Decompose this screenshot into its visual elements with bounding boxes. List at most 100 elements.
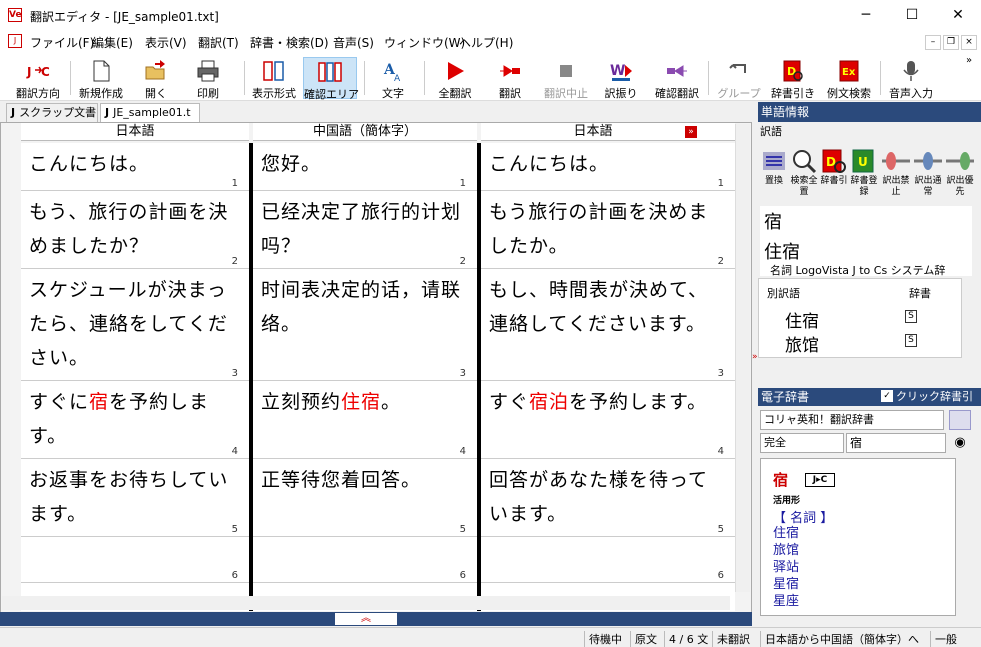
status-bar: 待機中 原文 4 / 6 文 未翻訳 日本語から中国語（簡体字）へ 一般	[0, 627, 981, 647]
dict-lookup-icon: D	[783, 60, 803, 82]
source-cell[interactable]: スケジュールが決まったら、連絡をしてください。 3	[21, 269, 249, 381]
tab-scrap[interactable]: J スクラップ文書	[6, 103, 98, 122]
row-number: 3	[231, 368, 239, 379]
translated-word: 住宿	[764, 242, 800, 263]
stop-button[interactable]: 翻訳中止	[540, 57, 592, 100]
source-cell[interactable]: もう、旅行の計画を決めましたか？ 2	[21, 191, 249, 269]
example-search-button[interactable]: Ex 例文検索	[822, 57, 876, 100]
match-mode-select[interactable]: 完全	[760, 433, 844, 453]
selected-word-translation[interactable]: 住宿	[341, 391, 381, 413]
menu-translate[interactable]: 翻訳(T)	[198, 34, 239, 51]
mdi-minimize-icon[interactable]: –	[925, 35, 941, 50]
group-button[interactable]: グループ	[712, 57, 766, 100]
alt-word[interactable]: 住宿	[785, 307, 819, 332]
maximize-button[interactable]: ☐	[889, 0, 935, 31]
dict-register-icon[interactable]: U	[850, 147, 878, 175]
binoculars-icon[interactable]: ◉	[949, 433, 971, 453]
priority-slider-icon[interactable]	[946, 147, 974, 175]
dict-settings-icon[interactable]	[949, 410, 971, 430]
menu-help[interactable]: ヘルプ(H)	[459, 34, 513, 51]
expand-icon[interactable]: »	[685, 126, 697, 138]
confirm-cell[interactable]: こんにちは。 1	[481, 143, 735, 191]
source-cell[interactable]: 6	[21, 537, 249, 583]
close-button[interactable]: ✕	[935, 0, 981, 31]
target-cell[interactable]: 时间表决定的话，请联络。 3	[253, 269, 477, 381]
dict-icon[interactable]: D	[820, 147, 848, 175]
translate-button[interactable]: 翻訳	[486, 57, 534, 100]
priority-label: 訳出優先	[946, 176, 974, 197]
dict-entry[interactable]: 驿站	[773, 559, 799, 576]
dict-entry[interactable]: 星座	[773, 593, 799, 610]
open-button[interactable]: 開く	[132, 57, 180, 100]
row-number: 1	[459, 178, 467, 189]
alt-word[interactable]: 驿站	[785, 355, 819, 359]
direction-button[interactable]: JC 翻訳方向	[10, 57, 66, 100]
replace-icon[interactable]	[760, 147, 788, 175]
alt-list-scrollbar[interactable]	[964, 278, 978, 358]
font-button[interactable]: AA 文字	[370, 57, 416, 100]
mdi-close-icon[interactable]: ×	[961, 35, 977, 50]
source-cell[interactable]: すぐに宿を予約します。 4	[21, 381, 249, 459]
source-cell[interactable]: こんにちは。 1	[21, 143, 249, 191]
menu-window[interactable]: ウィンドウ(W)	[384, 34, 465, 51]
target-cell[interactable]: 6	[253, 537, 477, 583]
menu-dict[interactable]: 辞書・検索(D)	[250, 34, 329, 51]
furigana-label: 訳振り	[604, 87, 638, 100]
print-label: 印刷	[197, 87, 219, 100]
mdi-restore-icon[interactable]: ❐	[943, 35, 959, 50]
confirm-cell[interactable]: もし、時間表が決めて、連絡してくださいます。 3	[481, 269, 735, 381]
confirm-cell[interactable]: すぐ宿泊を予約します。 4	[481, 381, 735, 459]
dictionary-select[interactable]: コリャ英和！翻訳辞書	[760, 410, 944, 430]
voice-input-button[interactable]: 音声入力	[884, 57, 938, 100]
alt-word[interactable]: 旅馆	[785, 331, 819, 356]
dict-lookup-button[interactable]: D 辞書引き	[768, 57, 818, 100]
editor-vertical-scrollbar[interactable]	[735, 124, 750, 592]
source-cell[interactable]: お返事をお待ちしています。 5	[21, 459, 249, 537]
prohibit-slider-icon[interactable]	[882, 147, 910, 175]
normal-slider-icon[interactable]	[914, 147, 942, 175]
confirm-highlight[interactable]: 宿泊	[529, 391, 569, 413]
direction-badge-icon: J▸C	[805, 473, 835, 487]
furigana-button[interactable]: W 訳振り	[598, 57, 644, 100]
source-text: こんにちは。	[29, 153, 150, 175]
print-button[interactable]: 印刷	[184, 57, 232, 100]
tab-scrap-label: スクラップ文書	[19, 106, 97, 119]
toolbar-divider	[364, 61, 365, 95]
expand-up-icon[interactable]: ︽	[335, 613, 397, 625]
translate-all-label: 全翻訳	[438, 87, 472, 100]
dict-entry[interactable]: 旅馆	[773, 542, 799, 559]
translation-editor: 日本語 中国語（簡体字） 日本語 » こんにちは。 1 もう、旅行の計画を決めまし…	[0, 122, 752, 616]
editor-horizontal-scrollbar[interactable]	[2, 596, 730, 610]
target-cell[interactable]: 您好。 1	[253, 143, 477, 191]
back-translate-button[interactable]: 確認翻訳	[650, 57, 704, 100]
source-column: こんにちは。 1 もう、旅行の計画を決めましたか？ 2 スケジュールが決まったら、連…	[21, 143, 249, 611]
minimize-button[interactable]: ─	[843, 0, 889, 31]
checkbox-icon[interactable]: ✓	[881, 390, 893, 402]
confirm-cell[interactable]: 回答があなた様を待っています。 5	[481, 459, 735, 537]
dict-result-scrollbar[interactable]	[958, 458, 974, 616]
confirm-area-button[interactable]: 確認エリア	[303, 57, 359, 101]
svg-text:Ex: Ex	[842, 67, 856, 78]
translate-all-button[interactable]: 全翻訳	[430, 57, 480, 100]
dict-search-input[interactable]: 宿	[846, 433, 946, 453]
toolbar: JC 翻訳方向 新規作成 開く 印刷 表示形式 確認エリア AA 文字 全翻訳 …	[0, 53, 981, 101]
target-cell[interactable]: 立刻预约住宿。 4	[253, 381, 477, 459]
search-replace-icon[interactable]	[790, 147, 818, 175]
target-cell[interactable]: 正等待您着回答。 5	[253, 459, 477, 537]
selected-word[interactable]: 宿	[89, 391, 109, 413]
target-cell[interactable]: 已经决定了旅行的计划吗？ 2	[253, 191, 477, 269]
menu-voice[interactable]: 音声(S)	[333, 34, 374, 51]
menu-edit[interactable]: 編集(E)	[92, 34, 133, 51]
dict-entry[interactable]: 星宿	[773, 576, 799, 593]
menu-view[interactable]: 表示(V)	[145, 34, 187, 51]
confirm-area-icon	[318, 62, 342, 82]
confirm-cell[interactable]: もう旅行の計画を決めましたか。 2	[481, 191, 735, 269]
toolbar-overflow-icon[interactable]: »	[966, 55, 972, 66]
tab-document[interactable]: J JE_sample01.t	[100, 103, 200, 122]
layout-button[interactable]: 表示形式	[248, 57, 300, 100]
menu-file[interactable]: ファイル(F)	[30, 34, 94, 51]
new-button[interactable]: 新規作成	[74, 57, 128, 100]
dict-entry[interactable]: 住宿	[773, 525, 799, 542]
confirm-cell[interactable]: 6	[481, 537, 735, 583]
translate-all-icon	[448, 62, 464, 80]
